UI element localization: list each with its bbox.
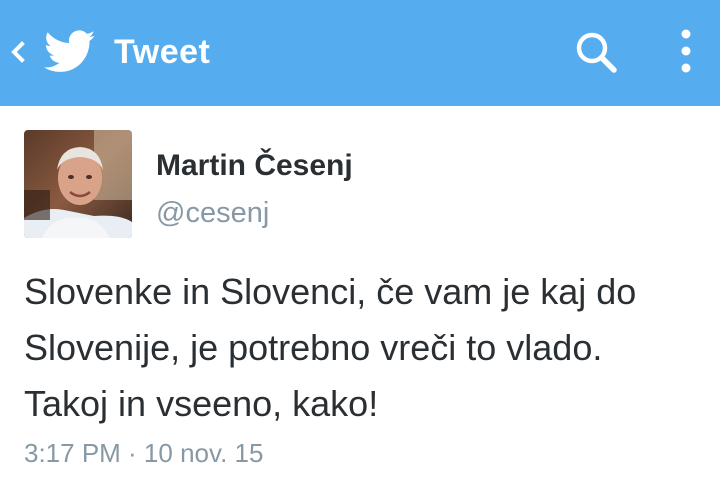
tweet-text-line: Slovenke in Slovenci, če vam je kaj do bbox=[24, 271, 637, 312]
app-bar: Tweet bbox=[0, 0, 720, 106]
twitter-bird-icon[interactable] bbox=[44, 30, 96, 74]
page-title: Tweet bbox=[114, 33, 211, 71]
tweet-detail: Martin Česenj @cesenj Slovenke in Sloven… bbox=[0, 106, 720, 494]
tweet-text-line: Takoj in vseeno, kako! bbox=[24, 383, 379, 424]
tweet-text-line: Slovenije, je potrebno vreči to vlado. bbox=[24, 327, 603, 368]
search-icon[interactable] bbox=[572, 28, 620, 76]
author-name[interactable]: Martin Česenj bbox=[156, 148, 353, 184]
chevron-left-icon[interactable] bbox=[8, 36, 28, 68]
more-vert-icon[interactable] bbox=[666, 24, 706, 80]
tweet-text: Slovenke in Slovenci, če vam je kaj do S… bbox=[24, 264, 704, 432]
tweet-timestamp: 3:17 PM · 10 nov. 15 bbox=[24, 438, 264, 468]
author-handle[interactable]: @cesenj bbox=[156, 196, 269, 230]
avatar[interactable] bbox=[24, 130, 132, 238]
